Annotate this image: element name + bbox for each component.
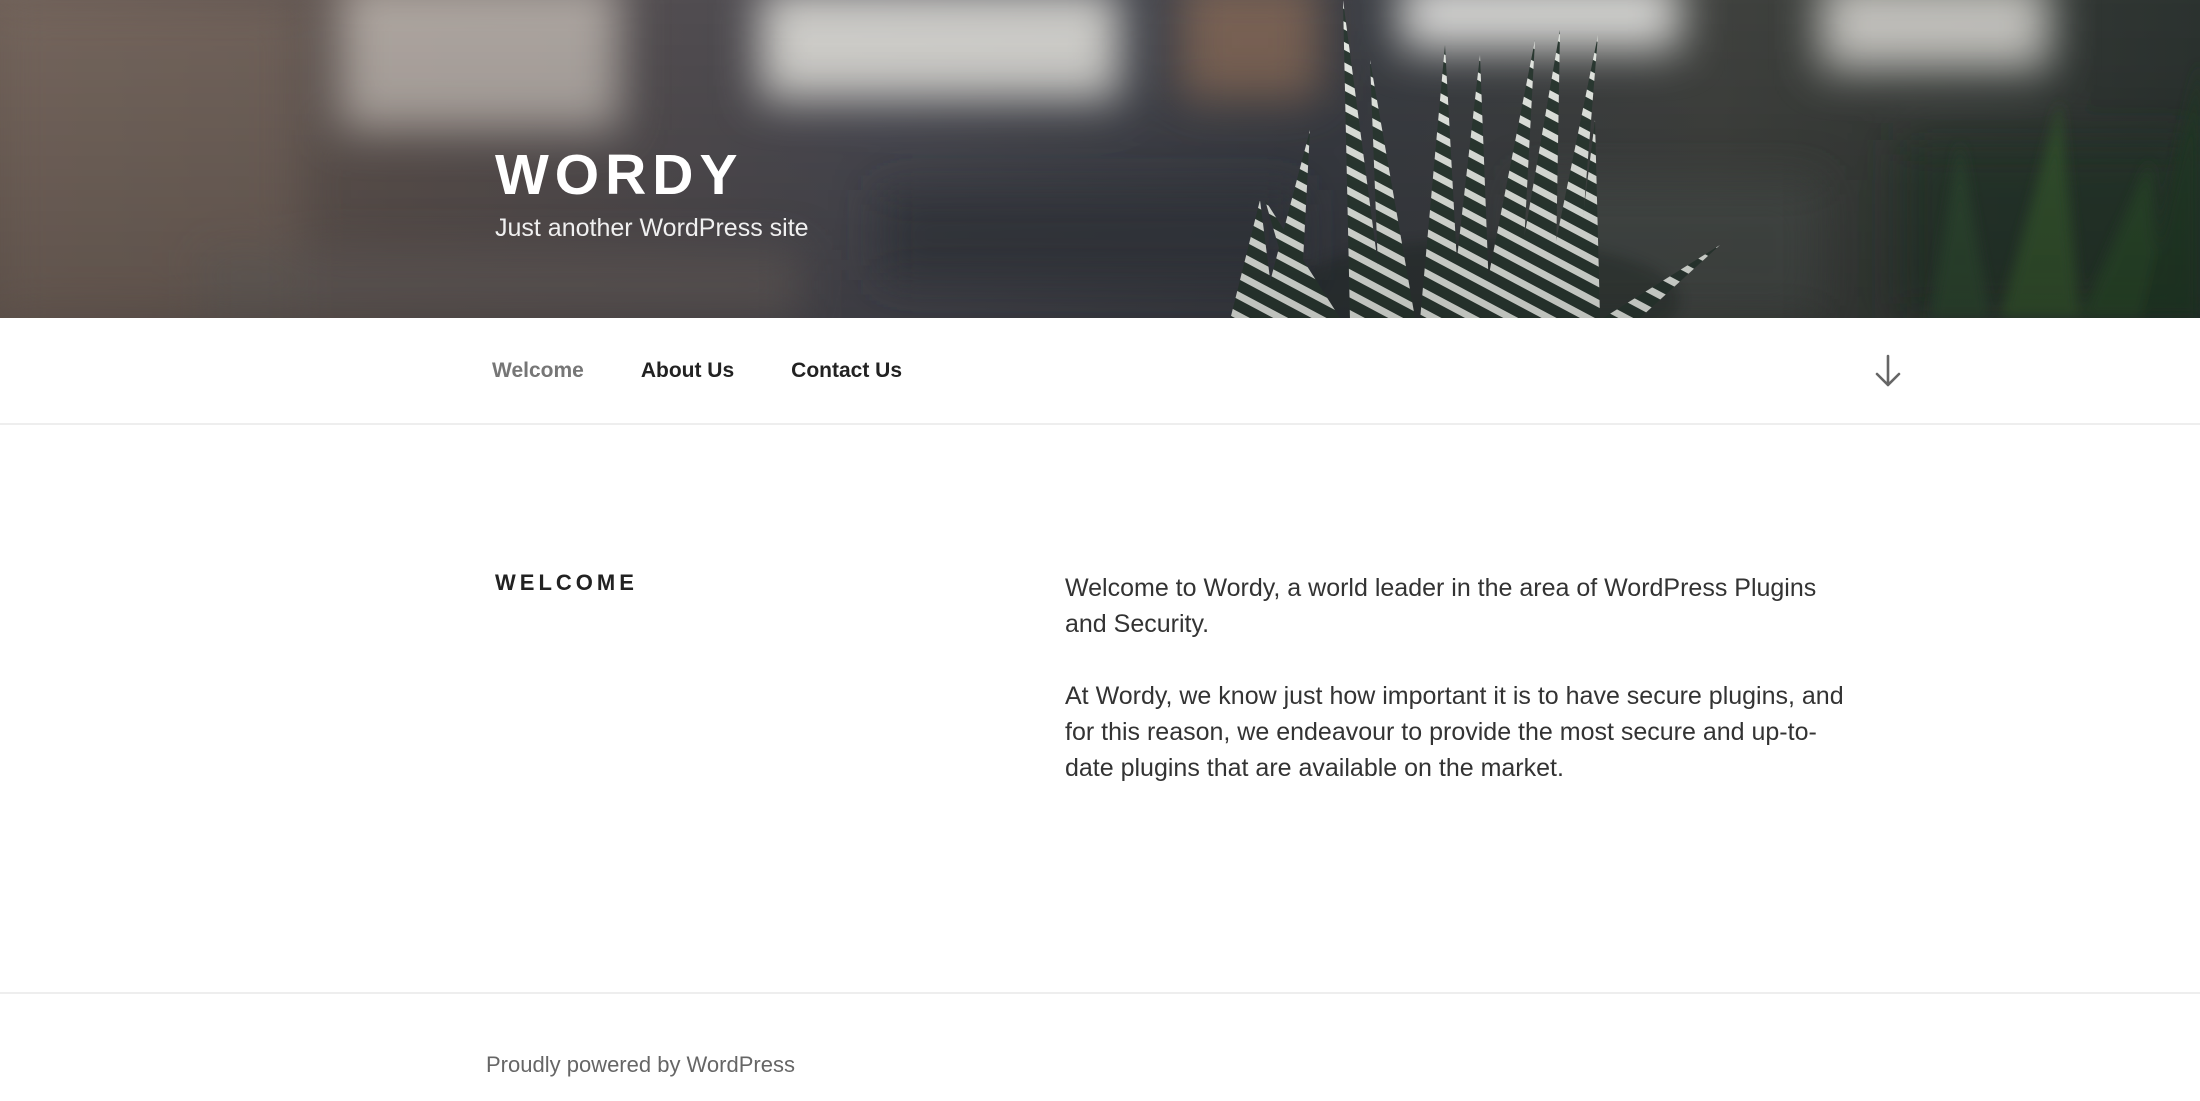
content-paragraph: At Wordy, we know just how important it …: [1065, 682, 1844, 782]
site-footer: Proudly powered by WordPress: [0, 992, 2200, 1101]
site-description: Just another WordPress site: [495, 214, 809, 242]
header-overlay: [0, 0, 2200, 318]
entry-content: Welcome to Wordy, a world leader in the …: [1065, 570, 1855, 822]
site-branding: WORDY Just another WordPress site: [495, 142, 809, 244]
nav-item-contact-us[interactable]: Contact Us: [791, 359, 902, 383]
nav-item-about-us[interactable]: About Us: [641, 359, 734, 383]
nav-item-welcome[interactable]: Welcome: [492, 359, 584, 383]
site-title[interactable]: WORDY: [495, 142, 809, 208]
content-paragraph: Welcome to Wordy, a world leader in the …: [1065, 574, 1817, 638]
powered-by-link[interactable]: Proudly powered by WordPress: [486, 1052, 795, 1078]
page-title: WELCOME: [495, 570, 638, 595]
site-header: WORDY Just another WordPress site: [0, 0, 2200, 318]
arrow-down-icon: [1875, 354, 1901, 387]
nav-menu: Welcome About Us Contact Us: [492, 318, 959, 423]
main-navigation: Welcome About Us Contact Us: [0, 318, 2200, 425]
scroll-down-button[interactable]: [1872, 352, 1904, 390]
